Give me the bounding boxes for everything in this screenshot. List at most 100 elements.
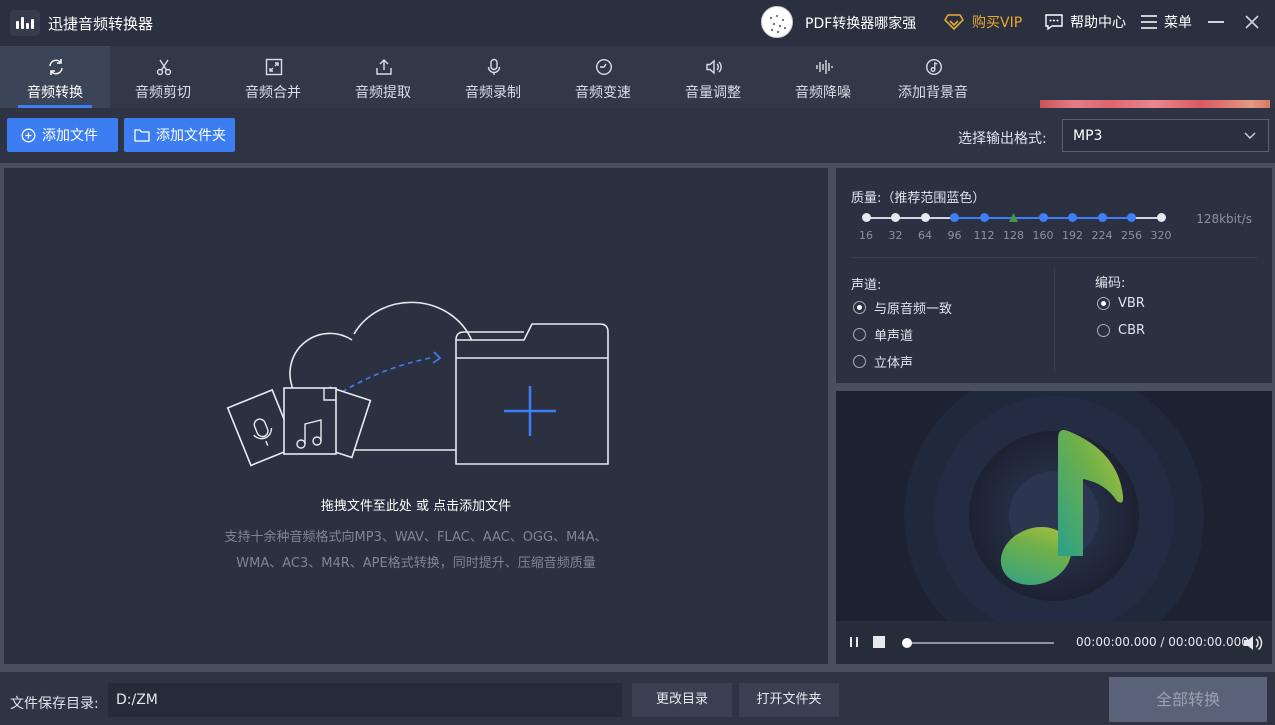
file-drop-zone[interactable]: 拖拽文件至此处 或 点击添加文件 支持十余种音频格式向MP3、WAV、FLAC、… bbox=[4, 168, 828, 664]
scissors-icon bbox=[156, 59, 172, 76]
channel-option-label: 与原音频一致 bbox=[874, 302, 953, 317]
save-directory-label: 文件保存目录: bbox=[10, 696, 99, 712]
radio-icon bbox=[853, 355, 866, 368]
tab-audio-cut[interactable]: 音频剪切 bbox=[108, 46, 218, 108]
tab-label: 音频降噪 bbox=[795, 85, 851, 101]
tab-label: 添加背景音 bbox=[898, 85, 968, 101]
divider bbox=[1054, 268, 1055, 371]
bitrate-option-192[interactable] bbox=[1068, 213, 1077, 222]
encoding-option-cbr[interactable]: CBR bbox=[1097, 323, 1145, 338]
stop-icon[interactable] bbox=[873, 636, 885, 648]
radio-icon bbox=[1097, 324, 1110, 337]
vip-label: 购买VIP bbox=[972, 15, 1023, 31]
bitrate-option-96[interactable] bbox=[950, 213, 959, 222]
bitrate-label: 96 bbox=[947, 229, 962, 242]
help-label: 帮助中心 bbox=[1070, 15, 1126, 31]
add-file-label: 添加文件 bbox=[42, 128, 98, 144]
user-name[interactable]: PDF转换器哪家强 bbox=[805, 13, 916, 33]
tab-label: 音频提取 bbox=[355, 85, 411, 101]
bitrate-label: 224 bbox=[1091, 229, 1113, 242]
channel-option-mono[interactable]: 单声道 bbox=[853, 325, 913, 344]
tab-audio-record[interactable]: 音频录制 bbox=[438, 46, 548, 108]
tab-noise-reduction[interactable]: 音频降噪 bbox=[768, 46, 878, 108]
drop-zone-description-line2: WMA、AC3、M4R、APE格式转换，同时提升、压缩音频质量 bbox=[236, 556, 596, 571]
playback-progress-track[interactable] bbox=[906, 642, 1054, 644]
channel-option-label: 立体声 bbox=[874, 356, 914, 371]
bitrate-option-224[interactable] bbox=[1097, 213, 1107, 222]
channel-option-stereo[interactable]: 立体声 bbox=[853, 352, 913, 371]
menu-button[interactable]: 菜单 bbox=[1140, 11, 1192, 33]
playback-time: 00:00:00.000 / 00:00:00.000 bbox=[1076, 635, 1249, 649]
bitrate-label: 32 bbox=[888, 229, 903, 242]
convert-all-button[interactable]: 全部转换 bbox=[1109, 677, 1267, 722]
buy-vip-button[interactable]: 购买VIP bbox=[944, 11, 1022, 33]
title-bar: 迅捷音频转换器 PDF转换器哪家强 购买VIP 帮助中心 菜单 bbox=[0, 0, 1275, 46]
playback-progress-handle[interactable] bbox=[902, 638, 912, 648]
bitrate-label: 256 bbox=[1121, 229, 1142, 242]
change-directory-button[interactable]: 更改目录 bbox=[632, 683, 732, 717]
microphone-icon bbox=[487, 58, 501, 75]
bitrate-option-320[interactable] bbox=[1156, 213, 1166, 222]
folder-icon bbox=[134, 129, 150, 142]
user-avatar[interactable] bbox=[761, 6, 793, 38]
minimize-button[interactable] bbox=[1208, 21, 1224, 23]
volume-icon[interactable] bbox=[1243, 635, 1263, 651]
refresh-icon bbox=[49, 59, 63, 75]
bitrate-label: 192 bbox=[1062, 229, 1083, 242]
save-directory-input[interactable]: D:/ZM bbox=[108, 683, 622, 717]
bitrate-option-160[interactable] bbox=[1038, 213, 1048, 222]
bitrate-option-16[interactable] bbox=[861, 213, 871, 222]
output-settings-panel: 质量:（推荐范围蓝色） 128kbit/s 16 32 64 96 112 128 160 1… bbox=[836, 168, 1272, 383]
tab-add-background-music[interactable]: 添加背景音 bbox=[878, 46, 988, 108]
pause-icon[interactable] bbox=[848, 636, 860, 648]
close-icon[interactable] bbox=[1243, 13, 1261, 31]
export-icon bbox=[376, 59, 392, 75]
drop-zone-title: 拖拽文件至此处 或 点击添加文件 bbox=[320, 499, 512, 514]
tab-audio-extract[interactable]: 音频提取 bbox=[328, 46, 438, 108]
bitrate-option-256[interactable] bbox=[1127, 213, 1136, 222]
tab-label: 音频剪切 bbox=[135, 85, 191, 101]
waveform-icon bbox=[816, 60, 833, 74]
album-art bbox=[836, 391, 1272, 664]
output-format-value: MP3 bbox=[1073, 128, 1103, 144]
app-logo-icon bbox=[10, 10, 40, 36]
tab-volume-adjust[interactable]: 音量调整 bbox=[658, 46, 768, 108]
merge-icon bbox=[265, 58, 283, 76]
tab-label: 音频录制 bbox=[465, 85, 521, 101]
add-folder-label: 添加文件夹 bbox=[156, 128, 226, 144]
bitrate-label: 16 bbox=[859, 229, 873, 242]
tab-audio-merge[interactable]: 音频合并 bbox=[218, 46, 328, 108]
help-center-button[interactable]: 帮助中心 bbox=[1044, 11, 1126, 33]
quality-value: 128kbit/s bbox=[1196, 212, 1252, 226]
tab-audio-convert[interactable]: 音频转换 bbox=[0, 46, 110, 108]
bitrate-label: 128 bbox=[1003, 229, 1024, 242]
channel-label: 声道: bbox=[851, 278, 882, 293]
bitrate-option-32[interactable] bbox=[891, 213, 900, 222]
encoding-option-vbr[interactable]: VBR bbox=[1097, 296, 1145, 311]
bitrate-label: 64 bbox=[918, 229, 932, 242]
output-format-select[interactable]: MP3 bbox=[1062, 119, 1269, 152]
chat-icon bbox=[1045, 14, 1063, 31]
footer-bar: 文件保存目录: D:/ZM 更改目录 打开文件夹 全部转换 bbox=[0, 672, 1275, 725]
speaker-icon bbox=[706, 59, 722, 75]
divider bbox=[851, 257, 1257, 258]
encoding-option-label: VBR bbox=[1118, 296, 1145, 311]
radio-icon bbox=[853, 328, 866, 341]
add-file-button[interactable]: 添加文件 bbox=[7, 118, 118, 152]
toolbar: 添加文件 添加文件夹 选择输出格式: MP3 bbox=[0, 108, 1275, 163]
encoding-option-label: CBR bbox=[1118, 323, 1146, 338]
radio-selected-icon bbox=[853, 301, 866, 314]
tab-label: 音频合并 bbox=[245, 85, 301, 101]
music-note-icon bbox=[925, 58, 943, 76]
tab-label: 音量调整 bbox=[685, 85, 741, 101]
radio-selected-icon bbox=[1097, 297, 1110, 310]
audio-preview-player: 00:00:00.000 / 00:00:00.000 bbox=[836, 391, 1272, 664]
bitrate-option-112[interactable] bbox=[979, 213, 989, 222]
open-folder-button[interactable]: 打开文件夹 bbox=[739, 683, 839, 717]
tab-audio-speed[interactable]: 音频变速 bbox=[548, 46, 658, 108]
add-folder-button[interactable]: 添加文件夹 bbox=[124, 118, 235, 152]
channel-option-original[interactable]: 与原音频一致 bbox=[853, 298, 952, 317]
bitrate-label: 160 bbox=[1032, 229, 1054, 242]
app-title: 迅捷音频转换器 bbox=[48, 15, 154, 33]
bitrate-option-64[interactable] bbox=[920, 213, 930, 222]
